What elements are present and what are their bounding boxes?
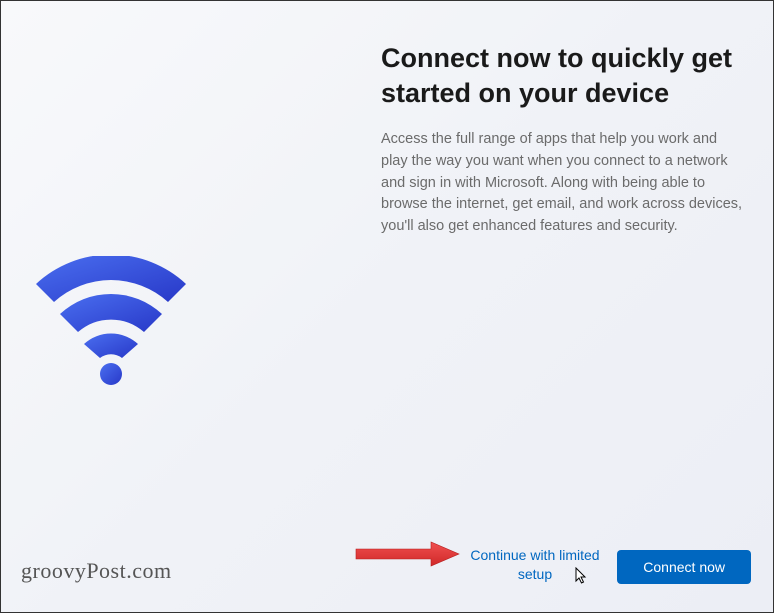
illustration-panel [1,1,371,612]
watermark-text: groovyPost.com [21,558,172,584]
cursor-icon [575,567,589,590]
content-panel: Connect now to quickly get started on yo… [371,1,773,612]
footer: groovyPost.com Continue with limited set… [1,522,773,612]
wifi-icon [26,256,196,391]
connect-now-button[interactable]: Connect now [617,550,751,584]
page-title: Connect now to quickly get started on yo… [381,41,743,111]
arrow-annotation-icon [351,539,461,574]
page-description: Access the full range of apps that help … [381,129,743,238]
